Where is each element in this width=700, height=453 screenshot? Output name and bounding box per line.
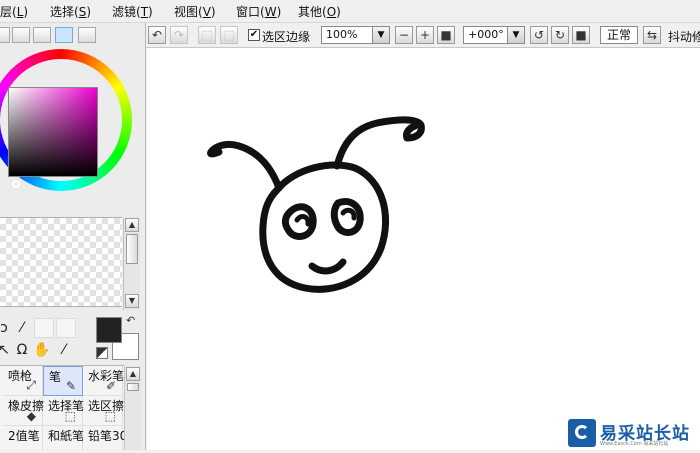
brush-eraser[interactable]: 橡皮擦 ◆ [3, 396, 44, 426]
empty-tool-slot [34, 318, 54, 338]
foreground-color-swatch[interactable] [96, 317, 122, 343]
rotation-value: +000° [468, 28, 504, 41]
brush-binary-pen[interactable]: 2值笔 [3, 426, 43, 450]
menu-window[interactable]: 窗口(W) [236, 3, 281, 20]
brush-label: 和紙笔 [48, 429, 85, 443]
brush-label: 2值笔 [8, 429, 40, 443]
rotate-icon[interactable]: Ω [12, 340, 32, 360]
rotate-cw-icon[interactable]: ↻ [551, 26, 569, 44]
select-edge-checkbox[interactable]: ✔ [248, 29, 260, 41]
mouth [308, 258, 347, 275]
eraser-icon: ◆ [26, 409, 36, 423]
zoom-reset-icon[interactable]: ■ [437, 26, 455, 44]
brush-scrollbar[interactable]: ▲ [124, 366, 141, 450]
scroll-down-icon[interactable]: ▼ [125, 294, 139, 308]
brush-pencil[interactable]: 铅笔30 [83, 426, 127, 450]
deselect-icon[interactable]: ⬚ [198, 26, 216, 44]
select-eraser-icon: ⬚ [104, 409, 116, 423]
watermark: 易采站长站 Www.Easck.Com 易采站长站 [566, 417, 700, 450]
menu-bar: 层(L) 选择(S) 滤镜(T) 视图(V) 窗口(W) 其他(O) [0, 0, 700, 23]
scroll-thumb[interactable] [126, 234, 138, 264]
swap-colors-icon[interactable]: ↶ [126, 314, 135, 327]
pen-icon: ✎ [65, 379, 76, 393]
saturation-value-square[interactable] [8, 87, 98, 177]
color-picker-cursor[interactable] [12, 180, 20, 188]
brush-select-eraser[interactable]: 选区擦 ⬚ [83, 396, 124, 426]
watercolor-icon: ✐ [105, 379, 116, 393]
brush-tool-grid: 喷枪 ⤢ 笔 ✎ 水彩笔 ✐ 橡皮擦 ◆ 选择笔 ⬚ 选区擦 ⬚ 2值笔 和紙笔 [0, 365, 127, 450]
menu-layer[interactable]: 层(L) [0, 3, 28, 20]
left-pupil [294, 214, 311, 227]
zoom-value: 100% [326, 28, 358, 41]
brush-label: 铅笔30 [88, 429, 128, 443]
brush-pen[interactable]: 笔 ✎ [43, 366, 83, 396]
view-list-icon[interactable] [0, 27, 10, 43]
invert-selection-icon[interactable]: ⬚ [220, 26, 238, 44]
tool-icons: ↄ ⁄ ↖ Ω ✋ ⁄ [0, 314, 80, 362]
stabilizer-label: 抖动修 [668, 30, 700, 44]
tool-panel: ▲ ▼ ↄ ⁄ ↖ Ω ✋ ⁄ ↶ 喷枪 ⤢ 笔 ✎ 水彩笔 ✐ 橡皮擦 ◆ [0, 23, 146, 450]
zoom-dropdown[interactable]: 100% ▼ [321, 26, 390, 44]
rotate-ccw-icon[interactable]: ↺ [530, 26, 548, 44]
canvas-drawing [207, 116, 425, 293]
watermark-subtext: Www.Easck.Com 易采站长站 [600, 441, 669, 447]
brush-watercolor[interactable]: 水彩笔 ✐ [83, 366, 124, 396]
magic-wand-icon[interactable]: ⁄ [12, 318, 32, 338]
color-palette-icon[interactable] [55, 27, 73, 43]
brush-label: 笔 [49, 370, 62, 384]
select-pen-icon: ⬚ [64, 409, 76, 423]
right-antenna [333, 116, 425, 170]
brush-washi-pen[interactable]: 和紙笔 [43, 426, 85, 450]
eyedropper-icon[interactable]: ⁄ [54, 340, 74, 360]
brush-airbrush[interactable]: 喷枪 ⤢ [3, 366, 43, 396]
site-logo-icon [568, 419, 596, 447]
layer-scrollbar[interactable]: ▲ ▼ [123, 218, 140, 310]
reset-colors-icon[interactable] [96, 347, 108, 359]
rotate-reset-icon[interactable]: ■ [572, 26, 590, 44]
zoom-in-icon[interactable]: + [416, 26, 434, 44]
right-pupil [340, 207, 357, 221]
layer-preview-area[interactable] [0, 217, 122, 307]
flip-horizontal-icon[interactable]: ⇆ [643, 26, 661, 44]
brush-select-pen[interactable]: 选择笔 ⬚ [43, 396, 84, 426]
zoom-out-icon[interactable]: − [395, 26, 413, 44]
scratchpad-icon[interactable] [78, 27, 96, 43]
airbrush-icon: ⤢ [26, 378, 36, 392]
left-antenna [207, 140, 283, 192]
view-compact-icon[interactable] [33, 27, 51, 43]
chevron-down-icon[interactable]: ▼ [507, 27, 524, 43]
menu-other[interactable]: 其他(O) [298, 3, 341, 20]
canvas-toolbar: ↶ ↷ ⬚ ⬚ ✔ 选区边缘 100% ▼ − + ■ +000° ▼ ↺ ↻ … [146, 23, 700, 48]
menu-filter[interactable]: 滤镜(T) [112, 3, 153, 20]
menu-select[interactable]: 选择(S) [50, 3, 91, 20]
menu-view[interactable]: 视图(V) [174, 3, 216, 20]
undo-icon[interactable]: ↶ [148, 26, 166, 44]
scroll-up-icon[interactable]: ▲ [125, 218, 139, 232]
rotation-dropdown[interactable]: +000° ▼ [463, 26, 525, 44]
scroll-thumb[interactable] [127, 383, 139, 391]
hand-icon[interactable]: ✋ [32, 340, 52, 360]
view-detail-icon[interactable] [12, 27, 30, 43]
panel-view-buttons [0, 27, 145, 45]
select-edge-label: 选区边缘 [262, 30, 311, 44]
blend-mode-button[interactable]: 正常 [600, 26, 638, 44]
empty-tool-slot [56, 318, 76, 338]
redo-icon[interactable]: ↷ [170, 26, 188, 44]
scroll-up-icon[interactable]: ▲ [126, 367, 140, 381]
chevron-down-icon[interactable]: ▼ [372, 27, 389, 43]
drawing-canvas[interactable] [147, 48, 700, 450]
